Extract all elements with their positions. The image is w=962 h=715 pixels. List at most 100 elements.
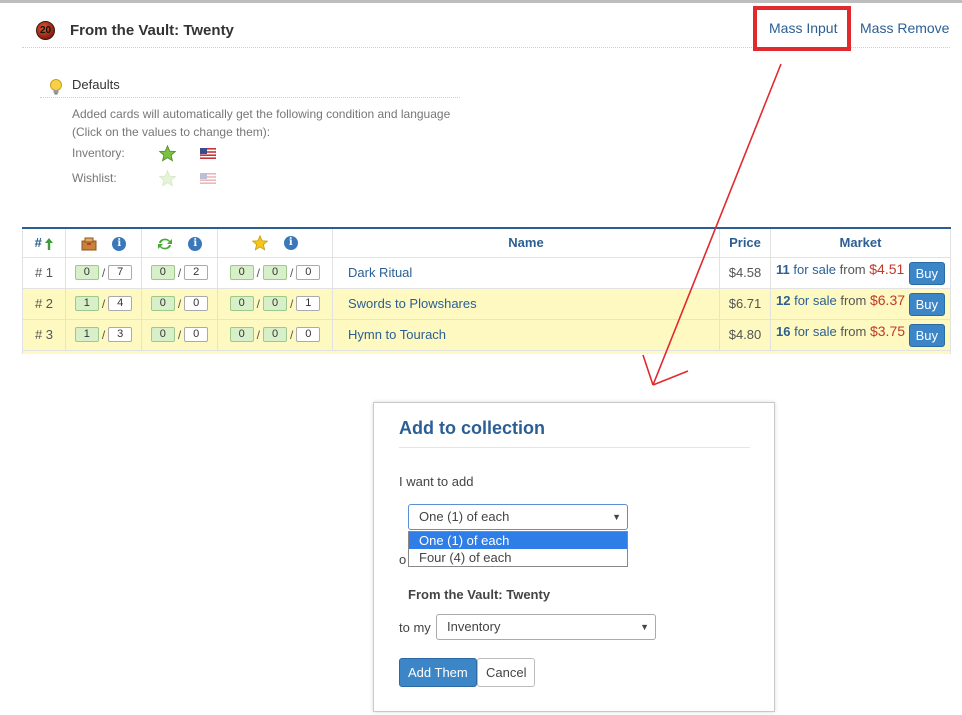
- chevron-down-icon: ▼: [640, 622, 649, 632]
- price-column-header[interactable]: Price: [719, 227, 771, 258]
- count-separator: /: [256, 327, 260, 342]
- name-column-header[interactable]: Name: [332, 227, 720, 258]
- info-icon[interactable]: i: [112, 236, 127, 251]
- count-box[interactable]: 3: [108, 327, 133, 343]
- table-row: # 2 1/4 0/0 0/0/1 Swords to Plowshares $6.71 1…: [22, 287, 951, 320]
- inventory-column-header: i: [65, 227, 142, 258]
- wishlist-language-flag-icon[interactable]: [200, 173, 216, 184]
- lowest-price: $4.51: [869, 260, 905, 277]
- inventory-counts: 1/4: [65, 287, 142, 320]
- count-separator: /: [177, 327, 182, 342]
- for-sale-link[interactable]: 16 for sale: [776, 324, 837, 339]
- set-title: From the Vault: Twenty: [70, 22, 234, 39]
- count-box[interactable]: 0: [74, 265, 99, 281]
- quantity-option[interactable]: Four (4) of each: [409, 549, 627, 566]
- row-number: # 1: [22, 256, 66, 289]
- trade-counts: 0/0: [141, 287, 218, 320]
- card-price: $4.80: [719, 318, 771, 351]
- for-sale-link[interactable]: 11 for sale: [776, 262, 836, 277]
- count-separator: /: [256, 265, 260, 280]
- inventory-counts: 1/3: [65, 318, 142, 351]
- card-name-link[interactable]: Swords to Plowshares: [332, 287, 720, 320]
- count-box[interactable]: 0: [229, 327, 254, 343]
- count-box[interactable]: 1: [74, 327, 99, 343]
- count-separator: /: [101, 265, 106, 280]
- want-to-add-label: I want to add: [399, 474, 474, 489]
- info-icon[interactable]: i: [188, 236, 203, 251]
- count-box[interactable]: 0: [150, 265, 175, 281]
- or-label: o: [399, 552, 407, 567]
- trade-counts: 0/0: [141, 318, 218, 351]
- count-box[interactable]: 0: [150, 296, 175, 312]
- count-box[interactable]: 4: [108, 296, 133, 312]
- wishlist-counts: 0/0/1: [217, 287, 333, 320]
- quantity-option[interactable]: One (1) of each: [409, 532, 627, 549]
- inventory-counts: 0/7: [65, 256, 142, 289]
- count-box[interactable]: 0: [184, 296, 209, 312]
- card-name-link[interactable]: Dark Ritual: [332, 256, 720, 289]
- quantity-select[interactable]: One (1) of each ▼: [408, 504, 628, 530]
- card-name-link[interactable]: Hymn to Tourach: [332, 318, 720, 351]
- market-column-header: Market: [770, 227, 951, 258]
- number-column-header[interactable]: #: [22, 227, 66, 258]
- count-box[interactable]: 0: [296, 265, 321, 281]
- count-separator: /: [101, 296, 106, 311]
- chevron-down-icon: ▼: [612, 512, 621, 522]
- count-separator: /: [290, 327, 294, 342]
- cancel-button[interactable]: Cancel: [477, 658, 536, 687]
- market-cell: 16 for sale from $3.75 Buy: [770, 318, 951, 351]
- mass-remove-link[interactable]: Mass Remove: [860, 20, 949, 36]
- row-number: # 3: [22, 318, 66, 351]
- count-box[interactable]: 0: [263, 296, 287, 312]
- from-label: from: [840, 292, 867, 308]
- count-box[interactable]: 0: [229, 265, 254, 281]
- quantity-dropdown-list: One (1) of each Four (4) of each: [408, 531, 628, 567]
- add-them-button[interactable]: Add Them: [399, 658, 477, 687]
- lowest-price: $6.37: [869, 291, 906, 308]
- defaults-description: Added cards will automatically get the f…: [72, 107, 451, 139]
- buy-button[interactable]: Buy: [908, 323, 945, 347]
- inventory-language-flag-icon[interactable]: [200, 148, 216, 159]
- count-box[interactable]: 1: [74, 296, 99, 312]
- wishlist-counts: 0/0/0: [217, 256, 333, 289]
- table-row: # 3 1/3 0/0 0/0/0 Hymn to Tourach $4.80 16 for…: [22, 318, 951, 351]
- count-separator: /: [177, 265, 182, 280]
- buy-button[interactable]: Buy: [908, 292, 945, 316]
- dialog-title: Add to collection: [399, 418, 545, 438]
- defaults-divider: [40, 97, 460, 98]
- inventory-label: Inventory:: [72, 146, 125, 160]
- count-box[interactable]: 0: [184, 327, 209, 343]
- buy-button[interactable]: Buy: [908, 261, 945, 285]
- count-box[interactable]: 7: [108, 265, 133, 281]
- wishlist-label: Wishlist:: [72, 171, 117, 185]
- inventory-condition-star-icon[interactable]: [159, 145, 176, 162]
- count-box[interactable]: 0: [296, 327, 321, 343]
- row-number: # 2: [22, 287, 66, 320]
- table-row: [22, 349, 951, 354]
- count-box[interactable]: 0: [263, 265, 287, 281]
- count-box[interactable]: 0: [263, 327, 287, 343]
- count-separator: /: [290, 265, 294, 280]
- count-separator: /: [256, 296, 260, 311]
- destination-select[interactable]: Inventory ▼: [436, 614, 656, 640]
- trade-column-header: i: [141, 227, 218, 258]
- sort-up-arrow-icon[interactable]: [45, 237, 54, 250]
- count-box[interactable]: 0: [229, 296, 254, 312]
- count-box[interactable]: 2: [184, 265, 209, 281]
- to-my-label: to my: [399, 620, 431, 635]
- card-price: $6.71: [719, 287, 771, 320]
- cards-table: # i i i Name Price Market # 1 0 / 7 0 / …: [22, 227, 951, 354]
- count-box[interactable]: 1: [296, 296, 321, 312]
- market-cell: 12 for sale from $6.37 Buy: [770, 287, 951, 320]
- wishlist-condition-star-icon[interactable]: [159, 170, 176, 187]
- for-sale-link[interactable]: 12 for sale: [776, 293, 837, 308]
- wishlist-star-icon: [252, 235, 269, 251]
- table-row: # 1 0/7 0/2 0/0/0 Dark Ritual $4.58 11 for sal…: [22, 256, 951, 289]
- count-box[interactable]: 0: [150, 327, 175, 343]
- dialog-set-name: From the Vault: Twenty: [408, 587, 551, 602]
- mass-input-link[interactable]: Mass Input: [769, 20, 837, 36]
- from-label: from: [839, 261, 866, 277]
- table-header-row: # i i i Name Price Market: [22, 227, 951, 258]
- info-icon[interactable]: i: [283, 236, 298, 251]
- wishlist-column-header: i: [217, 227, 333, 258]
